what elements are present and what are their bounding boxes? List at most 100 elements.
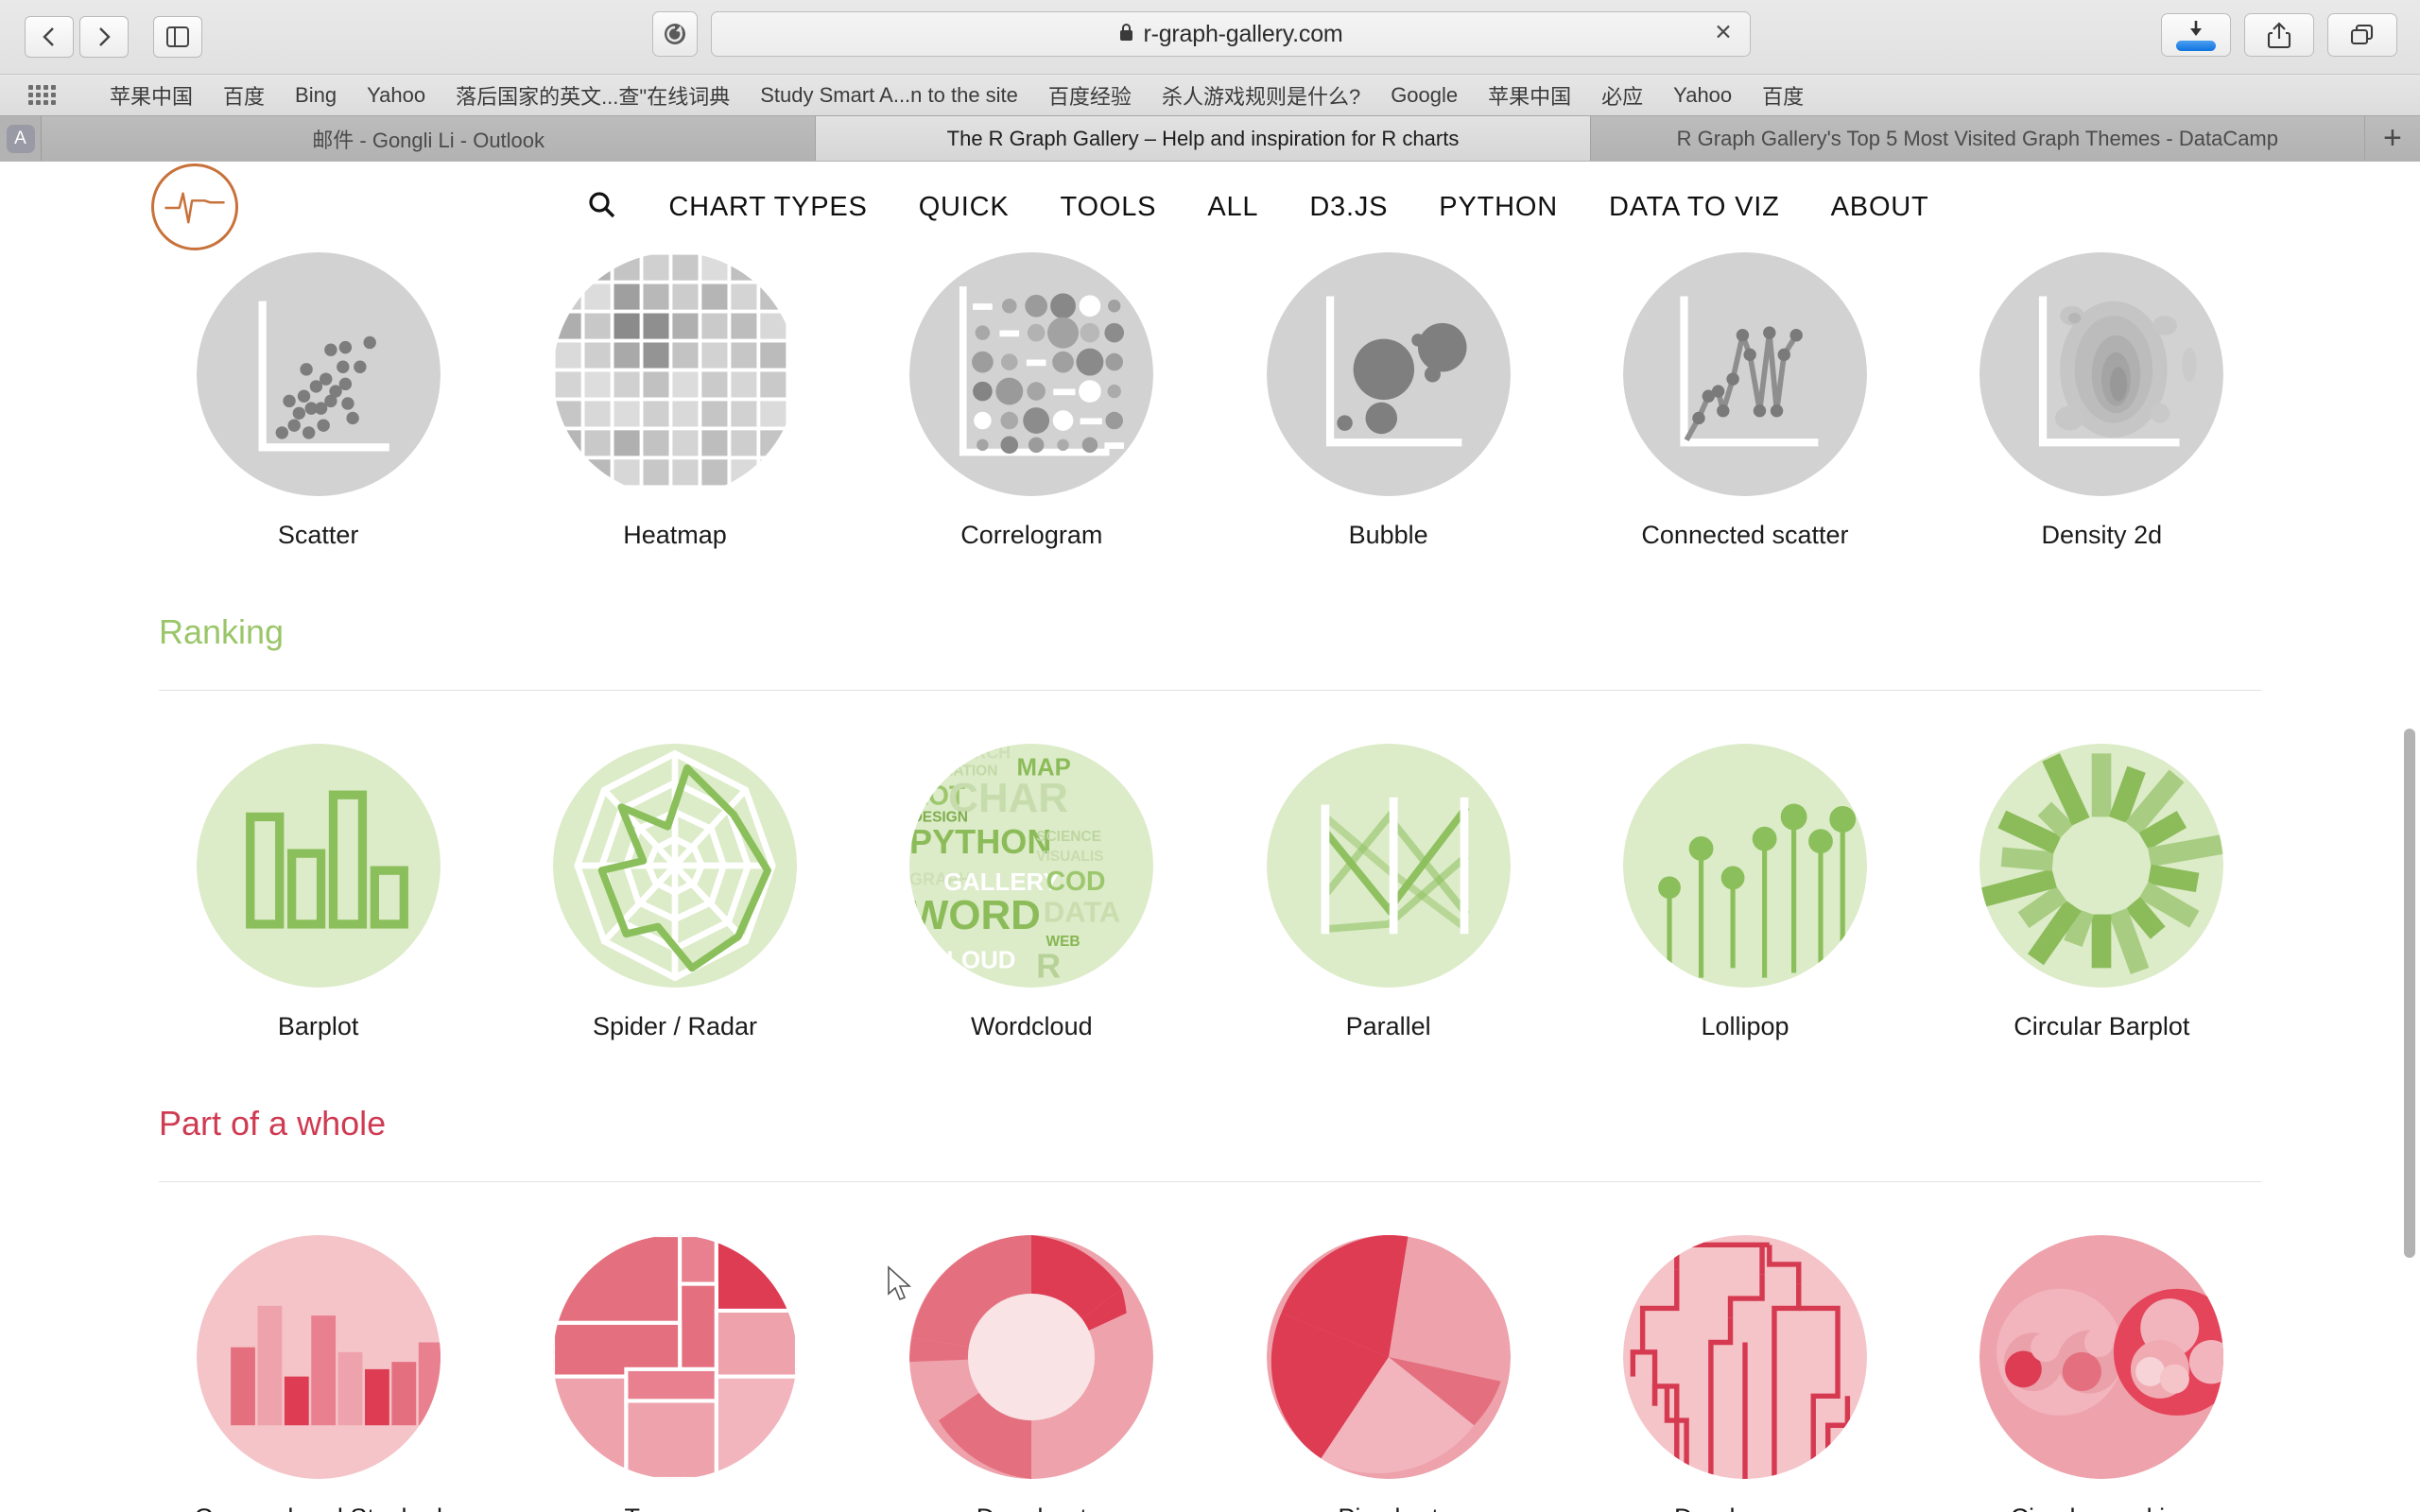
svg-text:DATA: DATA bbox=[1044, 895, 1120, 928]
search-icon[interactable] bbox=[587, 190, 617, 225]
bookmark-item[interactable]: 百度 bbox=[1747, 80, 1819, 111]
downloads-button[interactable] bbox=[2161, 13, 2231, 57]
gallery-item-pie-chart[interactable]: Pie chart bbox=[1229, 1235, 1547, 1512]
grouped-stacked-thumbnail bbox=[196, 1235, 441, 1479]
svg-text:SCIENCE: SCIENCE bbox=[1036, 829, 1101, 845]
gallery-item-circular-barplot[interactable]: Circular Barplot bbox=[1943, 744, 2261, 1041]
section-divider bbox=[159, 690, 2261, 691]
gallery-item-density-2d[interactable]: Density 2d bbox=[1943, 252, 2261, 550]
gallery-item-label: Lollipop bbox=[1701, 1012, 1789, 1040]
gallery-item-label: Treemap bbox=[624, 1503, 725, 1512]
bookmark-item[interactable]: Yahoo bbox=[352, 83, 441, 108]
sidebar-toggle-button[interactable] bbox=[153, 16, 202, 58]
pulse-icon bbox=[164, 192, 225, 224]
gallery-item-connected-scatter[interactable]: Connected scatter bbox=[1585, 252, 1904, 550]
gallery-item-label: Bubble bbox=[1348, 521, 1428, 549]
nav-python[interactable]: PYTHON bbox=[1439, 192, 1558, 223]
site-header: CHART TYPES QUICK TOOLS ALL D3.JS PYTHON… bbox=[0, 162, 2420, 252]
nav-all[interactable]: ALL bbox=[1207, 192, 1258, 223]
section-title-part-of-a-whole: Part of a whole bbox=[159, 1104, 387, 1143]
bookmark-item[interactable]: 必应 bbox=[1586, 80, 1658, 111]
scatter-thumbnail bbox=[196, 252, 441, 496]
back-button[interactable] bbox=[25, 16, 74, 58]
section-correlation-row: Scatter Heatmap Correlogram Bubble Conne… bbox=[159, 252, 2261, 550]
gallery-item-correlogram[interactable]: Correlogram bbox=[873, 252, 1191, 550]
gallery-item-spider[interactable]: Spider / Radar bbox=[515, 744, 834, 1041]
bookmark-item[interactable]: Study Smart A...n to the site bbox=[745, 83, 1033, 108]
profile-badge-letter: A bbox=[6, 124, 35, 153]
section-title-ranking: Ranking bbox=[159, 612, 285, 651]
page-scrollbar[interactable] bbox=[2404, 729, 2415, 1258]
gallery-item-label: Grouped and Stacked bbox=[194, 1503, 442, 1512]
parallel-thumbnail bbox=[1266, 744, 1511, 988]
gallery-item-bubble[interactable]: Bubble bbox=[1229, 252, 1547, 550]
density-2d-thumbnail bbox=[1979, 252, 2224, 496]
gallery-item-label: Heatmap bbox=[623, 521, 727, 549]
bookmark-item[interactable]: Bing bbox=[280, 83, 352, 108]
clear-url-button[interactable] bbox=[1712, 21, 1735, 48]
gallery-item-label: Parallel bbox=[1345, 1012, 1431, 1040]
pie-chart-thumbnail bbox=[1266, 1235, 1511, 1479]
correlogram-thumbnail bbox=[909, 252, 1154, 496]
bookmark-item[interactable]: Yahoo bbox=[1658, 83, 1747, 108]
nav-d3js[interactable]: D3.JS bbox=[1309, 192, 1388, 223]
gallery-item-treemap[interactable]: Treemap bbox=[515, 1235, 834, 1512]
gallery-item-lollipop[interactable]: Lollipop bbox=[1585, 744, 1904, 1041]
reload-button[interactable] bbox=[652, 11, 698, 57]
gallery-item-heatmap[interactable]: Heatmap bbox=[515, 252, 834, 550]
tab-overview-button[interactable] bbox=[2327, 13, 2397, 57]
gallery-item-scatter[interactable]: Scatter bbox=[159, 252, 477, 550]
svg-text:CLOUD: CLOUD bbox=[929, 947, 1016, 973]
nav-about[interactable]: ABOUT bbox=[1831, 192, 1929, 223]
gallery-item-doughnut[interactable]: Doughnut bbox=[873, 1235, 1191, 1512]
apps-grid-icon[interactable] bbox=[28, 84, 59, 108]
doughnut-thumbnail bbox=[909, 1235, 1154, 1479]
nav-chart-types[interactable]: CHART TYPES bbox=[668, 192, 867, 223]
section-part-of-a-whole-row: Grouped and Stacked bbox=[159, 1235, 2261, 1512]
bookmark-item[interactable]: 杀人游戏规则是什么? bbox=[1147, 80, 1375, 111]
bookmark-item[interactable]: 百度 bbox=[208, 80, 280, 111]
gallery-item-circular-packing[interactable]: Circular packing bbox=[1943, 1235, 2261, 1512]
bookmark-item[interactable]: 苹果中国 bbox=[95, 80, 208, 111]
address-bar[interactable]: r-graph-gallery.com bbox=[711, 11, 1751, 57]
browser-tab[interactable]: 邮件 - Gongli Li - Outlook bbox=[42, 116, 817, 161]
connected-scatter-thumbnail bbox=[1622, 252, 1867, 496]
svg-text:PYTHON: PYTHON bbox=[909, 822, 1051, 861]
gallery-item-barplot[interactable]: Barplot bbox=[159, 744, 477, 1041]
lock-icon bbox=[1118, 22, 1134, 47]
circular-packing-thumbnail bbox=[1979, 1235, 2224, 1479]
gallery-item-parallel[interactable]: Parallel bbox=[1229, 744, 1547, 1041]
bookmark-item[interactable]: 落后国家的英文...查"在线词典 bbox=[441, 80, 745, 111]
section-ranking-row: Barplot Spider / Radar SEARCH ORMATION M… bbox=[159, 744, 2261, 1041]
gallery-item-label: Correlogram bbox=[960, 521, 1103, 549]
url-text: r-graph-gallery.com bbox=[1143, 20, 1343, 47]
svg-text:R: R bbox=[1036, 947, 1061, 986]
toolbar-right-buttons bbox=[2161, 13, 2397, 57]
browser-tab-active[interactable]: The R Graph Gallery – Help and inspirati… bbox=[816, 116, 1591, 161]
gallery-item-grouped-and-stacked[interactable]: Grouped and Stacked bbox=[159, 1235, 477, 1512]
browser-tab[interactable]: R Graph Gallery's Top 5 Most Visited Gra… bbox=[1590, 116, 2365, 161]
profile-badge[interactable]: A bbox=[0, 116, 42, 161]
browser-toolbar: r-graph-gallery.com bbox=[0, 0, 2420, 74]
circular-barplot-thumbnail bbox=[1979, 744, 2224, 988]
gallery-item-dendrogram[interactable]: Dendrogram bbox=[1585, 1235, 1904, 1512]
new-tab-button[interactable]: + bbox=[2364, 116, 2420, 161]
site-navigation: CHART TYPES QUICK TOOLS ALL D3.JS PYTHON… bbox=[238, 190, 2278, 225]
gallery-item-label: Wordcloud bbox=[971, 1012, 1093, 1040]
spider-radar-thumbnail bbox=[552, 744, 797, 988]
bookmark-item[interactable]: Google bbox=[1375, 83, 1473, 108]
site-logo[interactable] bbox=[151, 163, 238, 250]
bookmark-item[interactable]: 百度经验 bbox=[1033, 80, 1147, 111]
bookmark-item[interactable]: 苹果中国 bbox=[1473, 80, 1586, 111]
gallery-item-label: Circular Barplot bbox=[2014, 1012, 2190, 1040]
nav-tools[interactable]: TOOLS bbox=[1061, 192, 1157, 223]
barplot-thumbnail bbox=[196, 744, 441, 988]
lollipop-thumbnail bbox=[1622, 744, 1867, 988]
nav-quick[interactable]: QUICK bbox=[919, 192, 1010, 223]
nav-data-to-viz[interactable]: DATA TO VIZ bbox=[1609, 192, 1780, 223]
svg-text:VISUALIS: VISUALIS bbox=[1036, 849, 1103, 865]
forward-button[interactable] bbox=[79, 16, 129, 58]
share-button[interactable] bbox=[2244, 13, 2314, 57]
gallery-item-label: Pie chart bbox=[1338, 1503, 1439, 1512]
gallery-item-wordcloud[interactable]: SEARCH ORMATION MAP LOT CHAR DESIGN PYTH… bbox=[873, 744, 1191, 1041]
